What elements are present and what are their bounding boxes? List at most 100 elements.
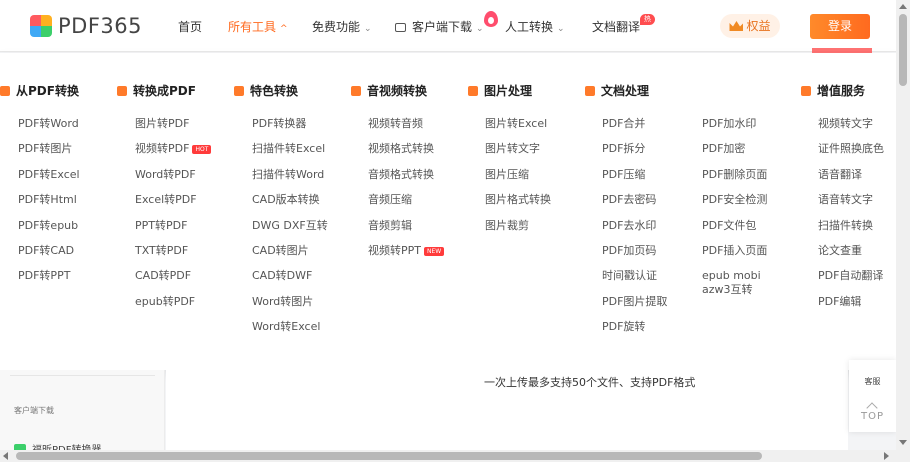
menu-item[interactable]: CAD转PDF <box>135 269 191 283</box>
horizontal-scrollbar[interactable] <box>0 450 896 462</box>
menu-item[interactable]: 视频转文字 <box>818 117 873 131</box>
menu-item[interactable]: PDF去密码 <box>602 193 656 207</box>
menu-item[interactable]: PDF压缩 <box>602 168 645 182</box>
menu-item[interactable]: CAD转DWF <box>252 269 312 283</box>
menu-item[interactable]: PDF转PPT <box>18 269 70 283</box>
menu-item[interactable]: epub转PDF <box>135 295 195 309</box>
menu-item[interactable]: 时间戳认证 <box>602 269 657 283</box>
menu-item[interactable]: PDF加水印 <box>702 117 756 131</box>
menu-item[interactable]: PDF转Html <box>18 193 77 207</box>
scroll-down-arrow-icon[interactable] <box>899 440 907 445</box>
menu-item[interactable]: 图片转文字 <box>485 142 540 156</box>
menu-item[interactable]: Excel转PDF <box>135 193 197 207</box>
menu-item[interactable]: PDF旋转 <box>602 320 645 334</box>
menu-item[interactable]: 视频转PPT NEW <box>368 244 445 258</box>
nav-free-features[interactable]: 免费功能 ⌄ <box>312 18 372 35</box>
nav-home[interactable]: 首页 <box>178 18 202 35</box>
menu-item-label: 视频转音频 <box>368 117 423 130</box>
scroll-right-arrow-icon[interactable] <box>884 452 889 460</box>
menu-item-label: PDF插入页面 <box>702 244 768 257</box>
menu-item[interactable]: 音频剪辑 <box>368 219 412 233</box>
menu-item[interactable]: 视频转音频 <box>368 117 423 131</box>
menu-item-label: PDF加密 <box>702 142 746 156</box>
menu-item[interactable]: PPT转PDF <box>135 219 187 233</box>
menu-item[interactable]: PDF安全检测 <box>702 193 767 207</box>
scroll-left-arrow-icon[interactable] <box>3 452 8 460</box>
sidebar-client-label: 客户端下载 <box>14 406 54 415</box>
menu-item-label: 视频转PPT <box>368 244 421 257</box>
chevron-up-icon: ^ <box>280 24 288 34</box>
menu-item[interactable]: CAD版本转换 <box>252 193 320 207</box>
sidebar-divider <box>10 375 155 376</box>
menu-item[interactable]: 图片格式转换 <box>485 193 551 207</box>
menu-item[interactable]: 音频压缩 <box>368 193 412 207</box>
menu-item[interactable]: CAD转图片 <box>252 244 309 258</box>
menu-item[interactable]: 音频格式转换 <box>368 168 434 182</box>
category-icon <box>117 86 127 96</box>
menu-item[interactable]: PDF图片提取 <box>602 295 667 309</box>
menu-item-label: 论文查重 <box>818 244 862 257</box>
menu-item-label: 视频格式转换 <box>368 142 434 156</box>
menu-item[interactable]: 图片压缩 <box>485 168 529 182</box>
menu-item-badge: NEW <box>424 247 445 256</box>
menu-item[interactable]: PDF转CAD <box>18 244 74 258</box>
menu-item-label: PDF加页码 <box>602 244 657 257</box>
menu-item[interactable]: 语音翻译 <box>818 168 862 182</box>
menu-item[interactable]: PDF转Word <box>18 117 79 131</box>
menu-item[interactable]: 证件照换底色 <box>818 142 884 156</box>
menu-item[interactable]: PDF转换器 <box>252 117 306 131</box>
nav-client-download[interactable]: 客户端下载 ⌄ <box>395 18 484 35</box>
nav-client-label: 客户端下载 <box>412 20 473 34</box>
vertical-scroll-thumb[interactable] <box>899 14 907 86</box>
menu-item[interactable]: PDF加页码 <box>602 244 656 258</box>
vertical-scrollbar[interactable] <box>896 0 910 462</box>
menu-item-label: PDF文件包 <box>702 218 757 232</box>
menu-item[interactable]: Word转Excel <box>252 320 320 334</box>
menu-item[interactable]: 扫描件转换 <box>818 219 873 233</box>
login-button[interactable]: 登录 <box>810 14 870 39</box>
menu-item[interactable]: PDF转epub <box>18 219 78 233</box>
menu-item[interactable]: PDF编辑 <box>818 295 861 309</box>
menu-item[interactable]: PDF删除页面 <box>702 168 767 182</box>
menu-item[interactable]: 扫描件转Word <box>252 168 324 182</box>
menu-item[interactable]: Word转图片 <box>252 295 313 309</box>
logo[interactable]: PDF365 <box>30 14 142 38</box>
scroll-up-arrow-icon[interactable] <box>899 4 907 9</box>
menu-item[interactable]: Word转PDF <box>135 168 196 182</box>
customer-service-button[interactable]: 客服 <box>849 376 896 387</box>
menu-item[interactable]: 论文查重 <box>818 244 862 258</box>
menu-item-label: 图片转Excel <box>485 117 548 130</box>
menu-item[interactable]: PDF文件包 <box>702 219 756 233</box>
horizontal-scroll-thumb[interactable] <box>16 452 762 460</box>
menu-item-label: PDF去水印 <box>602 218 657 232</box>
menu-column-title-text: 特色转换 <box>250 84 299 98</box>
menu-item[interactable]: PDF合并 <box>602 117 645 131</box>
nav-all-tools[interactable]: 所有工具 ^ <box>228 18 288 35</box>
menu-item[interactable]: DWG DXF互转 <box>252 219 328 233</box>
menu-item[interactable]: epub mobi azw3互转 <box>702 269 772 297</box>
menu-item[interactable]: 图片转PDF <box>135 117 189 131</box>
menu-item[interactable]: 扫描件转Excel <box>252 142 325 156</box>
menu-item[interactable]: PDF加密 <box>702 142 745 156</box>
menu-item[interactable]: PDF去水印 <box>602 219 656 233</box>
menu-column-title-text: 从PDF转换 <box>16 84 79 98</box>
sidebar-app-link[interactable]: 福昕PDF转换器 <box>32 441 101 450</box>
menu-item[interactable]: 图片裁剪 <box>485 219 529 233</box>
menu-item[interactable]: PDF转Excel <box>18 168 80 182</box>
menu-item[interactable]: 视频格式转换 <box>368 142 434 156</box>
menu-item[interactable]: 语音转文字 <box>818 193 873 207</box>
menu-item[interactable]: PDF拆分 <box>602 142 645 156</box>
menu-item[interactable]: 图片转Excel <box>485 117 547 131</box>
upload-note: 一次上传最多支持50个文件、支持PDF格式 <box>484 376 696 389</box>
quanyi-button[interactable]: 权益 <box>720 14 780 38</box>
nav-manual-conversion[interactable]: 人工转换 ⌄ <box>505 18 565 35</box>
menu-item[interactable]: PDF自动翻译 <box>818 269 883 283</box>
menu-item-label: epub转PDF <box>135 294 196 308</box>
nav-doc-translate[interactable]: 文档翻译 <box>592 18 640 35</box>
menu-item[interactable]: PDF转图片 <box>18 142 72 156</box>
back-to-top-button[interactable]: TOP <box>849 411 896 422</box>
menu-item[interactable]: TXT转PDF <box>135 244 188 258</box>
menu-item[interactable]: PDF插入页面 <box>702 244 767 258</box>
menu-item-label: 扫描件转Word <box>252 167 325 181</box>
menu-item[interactable]: 视频转PDF HOT <box>135 142 212 156</box>
